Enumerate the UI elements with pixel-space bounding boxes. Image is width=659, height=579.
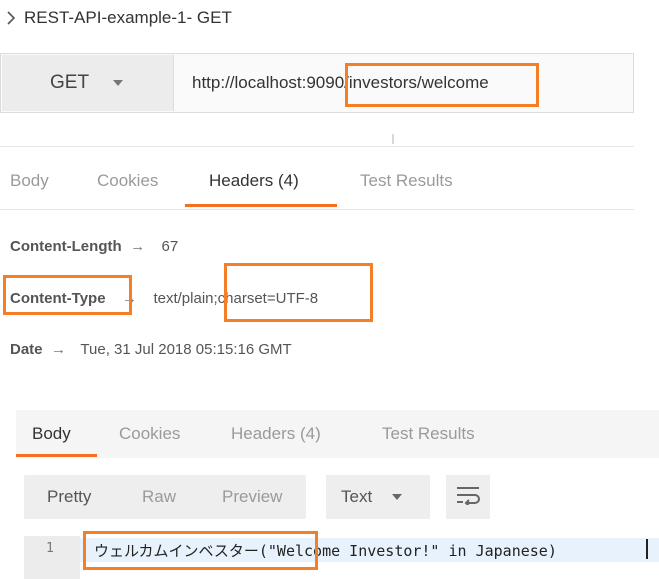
dropdown-caret-icon xyxy=(113,80,124,86)
tab-headers[interactable]: Headers (4) xyxy=(231,424,321,444)
tab-headers[interactable]: Headers (4) xyxy=(209,171,299,191)
response-tabs-top: Body Cookies Headers (4) Test Results xyxy=(0,146,634,210)
line-number: 1 xyxy=(46,541,54,556)
header-value: 67 xyxy=(161,238,179,255)
tab-cookies[interactable]: Cookies xyxy=(119,424,180,444)
wrap-lines-button[interactable] xyxy=(446,475,490,519)
header-row: Content-Length → 67 xyxy=(10,238,178,256)
splitter-handle[interactable] xyxy=(392,134,394,144)
view-mode-toolbar: Pretty Raw Preview xyxy=(24,475,306,519)
request-title-row[interactable]: REST-API-example-1- GET xyxy=(0,6,232,30)
arrow-icon: → xyxy=(130,238,146,255)
highlight-box-content-type-key xyxy=(3,275,132,315)
header-value: Tue, 31 Jul 2018 05:15:16 GMT xyxy=(80,341,292,358)
header-row: Date → Tue, 31 Jul 2018 05:15:16 GMT xyxy=(10,341,292,359)
highlight-box-response-body xyxy=(83,531,318,570)
tab-test-results[interactable]: Test Results xyxy=(382,424,475,444)
format-label: Text xyxy=(341,487,373,506)
active-tab-indicator xyxy=(16,454,97,457)
tab-test-results[interactable]: Test Results xyxy=(360,171,453,191)
chevron-right-icon[interactable] xyxy=(0,7,22,29)
highlight-box-content-type-value xyxy=(224,263,373,322)
tab-body[interactable]: Body xyxy=(10,171,49,191)
dropdown-caret-icon xyxy=(392,494,403,500)
highlight-box-url xyxy=(345,63,539,107)
format-select[interactable]: Text xyxy=(326,475,430,519)
active-tab-indicator xyxy=(185,204,337,207)
arrow-icon: → xyxy=(50,341,66,358)
method-select[interactable]: GET xyxy=(2,55,174,111)
header-key: Date xyxy=(10,341,43,358)
header-key: Content-Length xyxy=(10,238,122,255)
raw-button[interactable]: Raw xyxy=(142,475,176,519)
method-label: GET xyxy=(50,72,90,93)
text-cursor xyxy=(646,539,648,559)
preview-button[interactable]: Preview xyxy=(222,475,282,519)
response-tabs-bottom: Body Cookies Headers (4) Test Results xyxy=(16,410,659,458)
request-title: REST-API-example-1- GET xyxy=(24,8,232,27)
wrap-lines-icon xyxy=(455,485,481,510)
pretty-button[interactable]: Pretty xyxy=(47,475,91,519)
tab-cookies[interactable]: Cookies xyxy=(97,171,158,191)
tab-body[interactable]: Body xyxy=(32,424,71,444)
